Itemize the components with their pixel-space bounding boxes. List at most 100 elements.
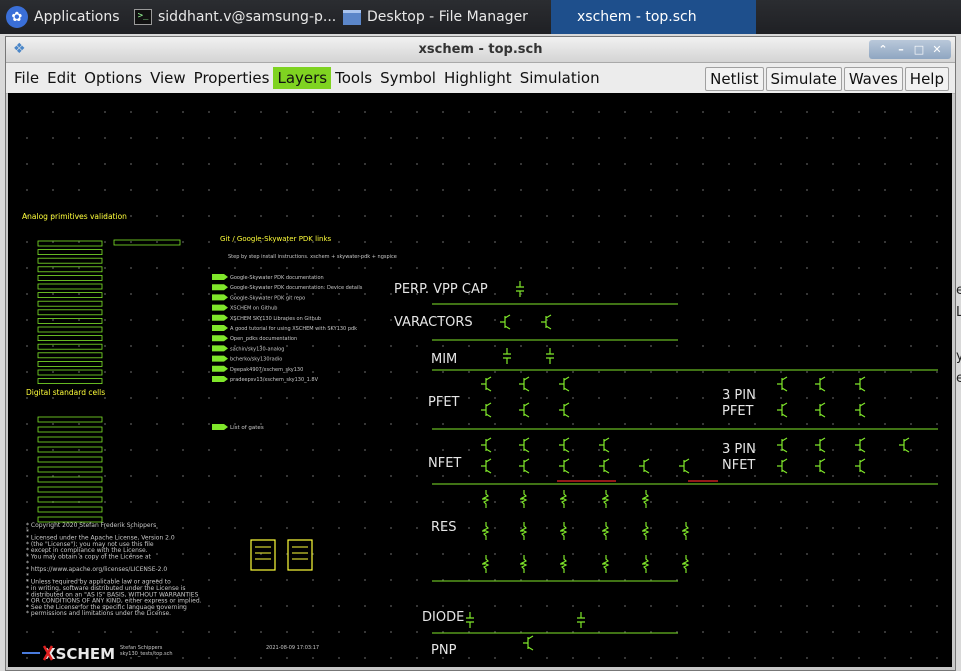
netlist-button[interactable]: Netlist [705, 67, 764, 91]
close-button[interactable]: ✕ [929, 43, 945, 56]
transistor-symbol[interactable] [855, 458, 866, 474]
capacitor-symbol[interactable] [466, 612, 474, 628]
transistor-symbol[interactable] [815, 376, 826, 392]
test-block[interactable] [37, 274, 103, 281]
transistor-symbol[interactable] [559, 402, 570, 418]
resistor-symbol[interactable] [682, 522, 690, 540]
test-block[interactable] [37, 300, 103, 307]
link-item[interactable]: Open_pdks documentation [212, 335, 297, 342]
transistor-symbol[interactable] [559, 458, 570, 474]
test-block[interactable] [37, 249, 103, 256]
test-block[interactable] [37, 416, 103, 423]
link-item[interactable]: Deepak4907/xschem_sky130 [212, 365, 303, 373]
test-block[interactable] [37, 506, 103, 513]
title-bar[interactable]: ❖ xschem - top.sch ⌃ – □ ✕ [6, 37, 955, 63]
transistor-symbol[interactable] [481, 376, 492, 392]
resistor-symbol[interactable] [560, 522, 568, 540]
capacitor-symbol[interactable] [577, 612, 585, 628]
transistor-symbol[interactable] [777, 437, 788, 453]
transistor-symbol[interactable] [777, 402, 788, 418]
resistor-symbol[interactable] [482, 555, 490, 573]
menu-edit[interactable]: Edit [43, 67, 80, 89]
test-block[interactable] [37, 266, 103, 273]
test-block[interactable] [37, 496, 103, 503]
help-button[interactable]: Help [904, 67, 949, 91]
transistor-symbol[interactable] [481, 458, 492, 474]
test-block[interactable] [37, 476, 103, 483]
transistor-symbol[interactable] [541, 314, 552, 330]
schematic-canvas[interactable]: Analog primitives validation Digital sta… [8, 93, 952, 667]
link-item[interactable]: Google-Skywater PDK documentation: Devic… [212, 284, 363, 291]
resistor-symbol[interactable] [520, 522, 528, 540]
transistor-symbol[interactable] [639, 458, 650, 474]
test-block[interactable] [37, 369, 103, 376]
resistor-symbol[interactable] [560, 490, 568, 508]
minimize-button[interactable]: – [893, 43, 909, 56]
transistor-symbol[interactable] [899, 437, 910, 453]
taskbar-xschem[interactable]: xschem - top.sch [551, 0, 756, 34]
menu-file[interactable]: File [10, 67, 43, 89]
test-block[interactable] [37, 436, 103, 443]
transistor-symbol[interactable] [481, 402, 492, 418]
test-block[interactable] [37, 257, 103, 264]
transistor-symbol[interactable] [519, 402, 530, 418]
transistor-symbol[interactable] [815, 458, 826, 474]
test-block[interactable] [37, 335, 103, 342]
link-item[interactable]: Google-Skywater PDK documentation [212, 274, 324, 281]
transistor-symbol[interactable] [519, 376, 530, 392]
transistor-symbol[interactable] [815, 437, 826, 453]
transistor-symbol[interactable] [855, 402, 866, 418]
transistor-symbol[interactable] [500, 314, 511, 330]
resistor-symbol[interactable] [602, 490, 610, 508]
test-block[interactable] [37, 456, 103, 463]
transistor-symbol[interactable] [855, 376, 866, 392]
shade-button[interactable]: ⌃ [875, 43, 891, 56]
transistor-symbol[interactable] [599, 458, 610, 474]
menu-highlight[interactable]: Highlight [440, 67, 516, 89]
link-item[interactable]: Google-Skywater PDK git repo [212, 294, 305, 301]
resistor-symbol[interactable] [642, 490, 650, 508]
transistor-symbol[interactable] [855, 437, 866, 453]
waves-button[interactable]: Waves [843, 67, 903, 91]
menu-view[interactable]: View [146, 67, 190, 89]
transistor-symbol[interactable] [679, 458, 690, 474]
transistor-symbol[interactable] [519, 458, 530, 474]
taskbar-terminal[interactable]: >_ siddhant.v@samsung-p... [134, 0, 336, 34]
test-block[interactable] [37, 378, 103, 385]
menu-layers[interactable]: Layers [273, 67, 332, 89]
link-item[interactable]: bcherko/sky130radio [212, 355, 282, 363]
taskbar-file-manager[interactable]: Desktop - File Manager [343, 0, 528, 34]
transistor-symbol[interactable] [777, 376, 788, 392]
resistor-symbol[interactable] [482, 522, 490, 540]
applications-menu[interactable]: ✿ Applications [6, 0, 120, 34]
link-item[interactable]: A good tutorial for using XSCHEM with SK… [212, 325, 357, 332]
maximize-button[interactable]: □ [911, 43, 927, 56]
capacitor-symbol[interactable] [503, 348, 511, 364]
transistor-symbol[interactable] [481, 437, 492, 453]
transistor-symbol[interactable] [777, 458, 788, 474]
test-block[interactable] [37, 426, 103, 433]
transistor-symbol[interactable] [519, 437, 530, 453]
test-block[interactable] [37, 326, 103, 333]
test-block[interactable] [113, 239, 181, 246]
test-block[interactable] [37, 292, 103, 299]
resistor-symbol[interactable] [602, 522, 610, 540]
test-block[interactable] [37, 446, 103, 453]
transistor-symbol[interactable] [815, 402, 826, 418]
test-block[interactable] [37, 352, 103, 359]
test-block[interactable] [37, 466, 103, 473]
link-item[interactable]: sachin/sky130-analog [212, 345, 284, 352]
resistor-symbol[interactable] [482, 490, 490, 508]
resistor-symbol[interactable] [520, 555, 528, 573]
test-block[interactable] [37, 486, 103, 493]
test-block[interactable] [37, 309, 103, 316]
gates-link[interactable]: List of gates [212, 424, 264, 431]
resistor-symbol[interactable] [642, 555, 650, 573]
link-item[interactable]: XSCHEM SKY130 Libraries on Github [212, 314, 321, 322]
test-block[interactable] [37, 343, 103, 350]
resistor-symbol[interactable] [642, 522, 650, 540]
test-block[interactable] [37, 283, 103, 290]
resistor-symbol[interactable] [682, 555, 690, 573]
menu-tools[interactable]: Tools [331, 67, 376, 89]
resistor-symbol[interactable] [602, 555, 610, 573]
